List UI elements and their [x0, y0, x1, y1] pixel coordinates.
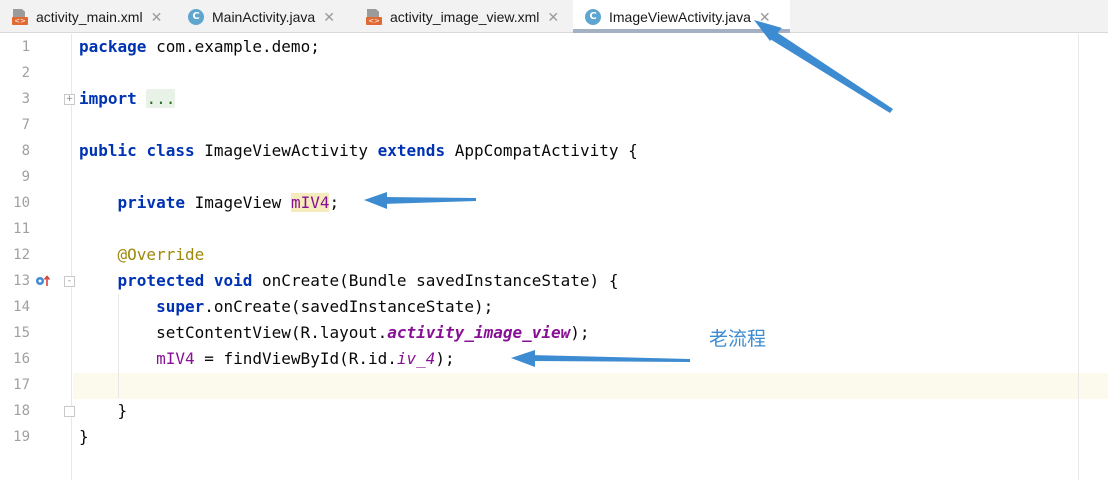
current-line-highlight — [73, 373, 1108, 399]
line-number: 2 — [21, 65, 30, 81]
tab-label: MainActivity.java — [212, 8, 316, 25]
line-number: 13 — [13, 273, 30, 289]
code-line-8[interactable]: public class ImageViewActivity extends A… — [79, 138, 638, 164]
xml-file-icon: <> — [12, 8, 28, 25]
line-number: 19 — [13, 429, 30, 445]
override-method-icon[interactable] — [35, 275, 51, 287]
close-tab-icon[interactable]: ✕ — [323, 10, 335, 24]
tab-label: activity_image_view.xml — [390, 8, 540, 25]
tab-activity-main-xml[interactable]: <> activity_main.xml ✕ — [0, 0, 176, 33]
code-line-1[interactable]: package com.example.demo; — [79, 34, 320, 60]
code-line-12[interactable]: @Override — [79, 242, 205, 268]
code-line-10[interactable]: private ImageView mIV4; — [79, 190, 339, 216]
code-editor[interactable]: package com.example.demo; import ... pub… — [73, 34, 1108, 480]
xml-file-icon: <> — [366, 8, 382, 25]
line-number: 3 — [21, 91, 30, 107]
code-line-19[interactable]: } — [79, 424, 89, 450]
right-margin-guide — [1078, 34, 1079, 480]
line-number: 15 — [13, 325, 30, 341]
line-number: 14 — [13, 299, 30, 315]
code-line-15[interactable]: setContentView(R.layout.activity_image_v… — [79, 320, 589, 346]
line-number: 1 — [21, 39, 30, 55]
java-class-icon: C — [188, 8, 204, 25]
close-tab-icon[interactable]: ✕ — [151, 10, 163, 24]
line-number: 17 — [13, 377, 30, 393]
code-line-18[interactable]: } — [79, 398, 128, 424]
tab-main-activity-java[interactable]: C MainActivity.java ✕ — [176, 0, 354, 33]
close-tab-icon[interactable]: ✕ — [547, 10, 559, 24]
code-line-13[interactable]: protected void onCreate(Bundle savedInst… — [79, 268, 619, 294]
code-line-16[interactable]: mIV4 = findViewById(R.id.iv_4); — [79, 346, 455, 372]
line-number: 8 — [21, 143, 30, 159]
field-mIV4-highlight: mIV4 — [290, 193, 330, 212]
line-number: 12 — [13, 247, 30, 263]
tab-label: activity_main.xml — [36, 8, 143, 25]
code-line-14[interactable]: super.onCreate(savedInstanceState); — [79, 294, 493, 320]
line-number: 9 — [21, 169, 30, 185]
line-number: 10 — [13, 195, 30, 211]
line-number-gutter[interactable]: 1 2 3 7 8 9 10 11 12 13 14 15 16 17 18 1… — [0, 34, 75, 480]
line-number: 18 — [13, 403, 30, 419]
close-tab-icon[interactable]: ✕ — [759, 10, 771, 24]
editor-tab-bar: <> activity_main.xml ✕ C MainActivity.ja… — [0, 0, 1108, 33]
tab-label: ImageViewActivity.java — [609, 8, 751, 25]
line-number: 11 — [13, 221, 30, 237]
line-number: 7 — [21, 117, 30, 133]
line-number: 16 — [13, 351, 30, 367]
java-class-icon: C — [585, 8, 601, 25]
tab-activity-image-view-xml[interactable]: <> activity_image_view.xml ✕ — [354, 0, 573, 33]
annotation-label: 老流程 — [709, 328, 767, 350]
folded-imports[interactable]: ... — [146, 89, 176, 108]
code-line-3[interactable]: import ... — [79, 86, 176, 112]
tab-image-view-activity-java[interactable]: C ImageViewActivity.java ✕ — [573, 0, 790, 33]
active-tab-indicator — [573, 29, 790, 33]
